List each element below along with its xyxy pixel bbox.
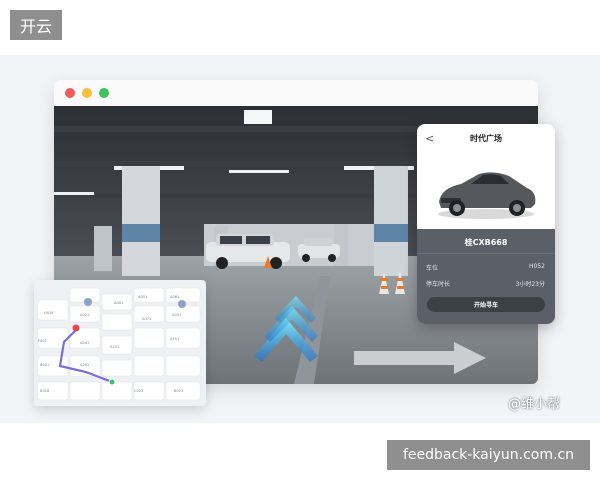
map-label: B001 — [40, 363, 49, 367]
map-label: H018 — [44, 311, 54, 315]
minimize-dot-icon[interactable] — [82, 88, 92, 98]
map-label: A071 — [142, 317, 151, 321]
destination-pin-icon — [72, 324, 80, 332]
phone-title: 时代广场 — [470, 134, 502, 143]
car-info-panel: 桂CXB668 车位 H052 停车时长 3小时23分 开始寻车 — [417, 229, 555, 324]
map-label: B021 — [174, 389, 183, 393]
ceiling-light — [54, 192, 94, 195]
spot-label: 车位 — [426, 265, 439, 272]
map-label: A151 — [170, 337, 179, 341]
maximize-dot-icon[interactable] — [99, 88, 109, 98]
panel-divider — [417, 253, 555, 254]
map-label: A201 — [80, 363, 89, 367]
duration-value: 3小时23分 — [515, 281, 545, 288]
pillar — [122, 166, 160, 276]
map-label: A021 — [80, 313, 89, 317]
map-label: A051 — [138, 295, 147, 299]
map-label: C021 — [134, 389, 143, 393]
map-label: A031 — [172, 313, 181, 317]
map-label: A041 — [80, 341, 89, 345]
parking-map[interactable]: A001 A021 H018 A031 F001 A051 A061 A071 … — [34, 280, 206, 406]
browser-titlebar — [54, 80, 538, 106]
duration-label: 停车时长 — [426, 281, 451, 288]
current-location-icon — [108, 378, 116, 386]
parking-phone-card: < 时代广场 桂CXB668 车位 H052 停车时长 3小时23分 开始寻车 — [417, 124, 555, 324]
ceiling-light — [229, 170, 289, 173]
car-image — [438, 172, 536, 219]
map-label: A001 — [114, 301, 123, 305]
ceiling-light — [244, 110, 272, 124]
brand-badge: 开云 — [10, 10, 62, 40]
elevator-marker-icon — [84, 298, 92, 306]
elevator-marker-icon — [178, 300, 186, 308]
watermark-text: @维小帮 — [508, 397, 561, 412]
start-find-car-button[interactable]: 开始寻车 — [427, 297, 545, 312]
pillar-band — [374, 224, 408, 242]
spot-value: H052 — [529, 263, 545, 270]
pillar-band — [122, 224, 160, 242]
pillar — [374, 166, 408, 276]
map-label: A101 — [110, 345, 119, 349]
feedback-url-banner[interactable]: feedback-kaiyun.com.cn — [387, 440, 590, 470]
map-label: A061 — [170, 295, 179, 299]
close-dot-icon[interactable] — [65, 88, 75, 98]
map-label: B018 — [40, 389, 50, 393]
pillar — [94, 226, 112, 271]
map-label: F001 — [38, 339, 47, 343]
plate-number: 桂CXB668 — [464, 238, 508, 247]
